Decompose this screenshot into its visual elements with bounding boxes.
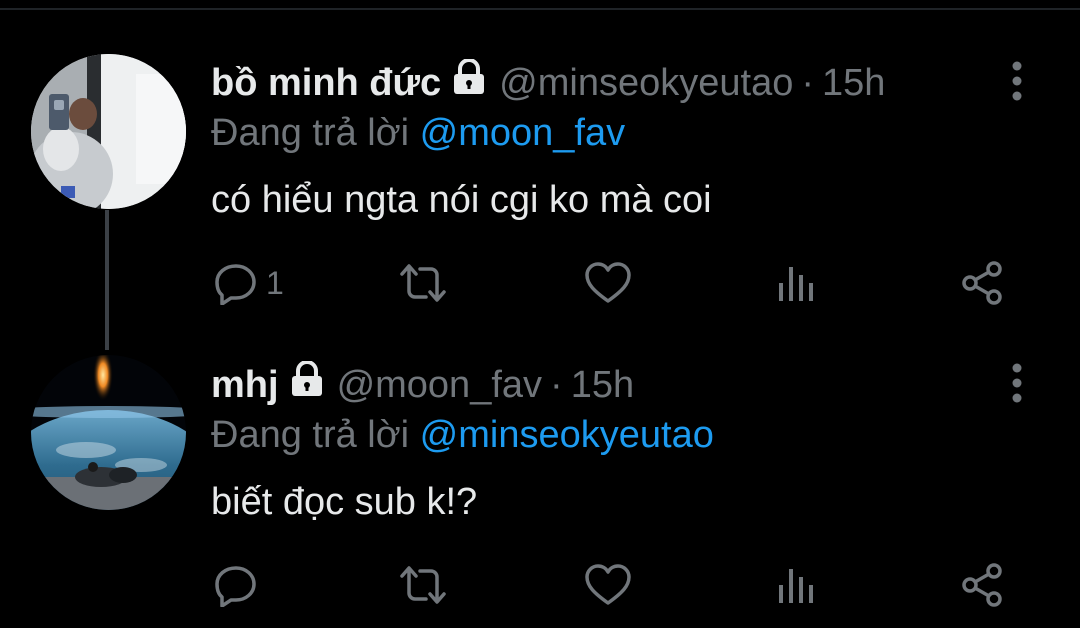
separator-dot: · xyxy=(550,364,563,406)
share-icon xyxy=(962,261,1002,305)
tweet-text: có hiểu ngta nói cgi ko mà coi xyxy=(211,179,712,221)
reply-mention[interactable]: @moon_fav xyxy=(420,112,625,154)
like-button[interactable] xyxy=(584,258,632,308)
reply-mention[interactable]: @minseokyeutao xyxy=(420,414,714,456)
display-name[interactable]: bồ minh đức xyxy=(211,58,441,108)
retweet-icon xyxy=(400,566,446,604)
handle[interactable]: @moon_fav xyxy=(337,360,542,410)
separator-dot: · xyxy=(801,62,814,104)
share-button[interactable] xyxy=(958,258,1006,308)
handle[interactable]: @minseokyeutao xyxy=(499,58,793,108)
tweet-text: biết đọc sub k!? xyxy=(211,481,478,523)
like-icon xyxy=(585,564,631,605)
replying-to: Đang trả lời @minseokyeutao xyxy=(211,412,714,458)
reply-count: 1 xyxy=(266,264,284,301)
reply-button[interactable] xyxy=(214,560,266,610)
reply-icon xyxy=(215,566,256,607)
views-button[interactable] xyxy=(774,258,818,308)
reply-prefix: Đang trả lời xyxy=(211,112,410,154)
share-button[interactable] xyxy=(958,560,1006,610)
timestamp[interactable]: 15h xyxy=(822,58,885,108)
tweet-header: bồ minh đức @minseokyeutao · 15h xyxy=(211,58,885,108)
reply-prefix: Đang trả lời xyxy=(211,414,410,456)
replying-to: Đang trả lời @moon_fav xyxy=(211,110,625,156)
reply-icon xyxy=(215,264,256,305)
like-icon xyxy=(585,262,631,303)
lock-icon xyxy=(289,360,325,410)
tweet-header: mhj @moon_fav · 15h xyxy=(211,360,634,410)
views-icon xyxy=(779,267,813,301)
retweet-button[interactable] xyxy=(398,560,448,610)
share-icon xyxy=(962,563,1002,607)
more-icon[interactable] xyxy=(1003,56,1031,106)
tweet-actions: 1 xyxy=(0,258,1080,308)
retweet-icon xyxy=(400,264,446,302)
avatar-moon_fav[interactable] xyxy=(31,355,186,510)
retweet-button[interactable] xyxy=(398,258,448,308)
views-icon xyxy=(779,569,813,603)
display-name[interactable]: mhj xyxy=(211,360,279,410)
top-divider xyxy=(0,8,1080,10)
avatar-minseokyeutao[interactable] xyxy=(31,54,186,209)
like-button[interactable] xyxy=(584,560,632,610)
tweet-actions xyxy=(0,560,1080,610)
reply-button[interactable]: 1 xyxy=(214,258,284,308)
views-button[interactable] xyxy=(774,560,818,610)
lock-icon xyxy=(451,58,487,108)
timestamp[interactable]: 15h xyxy=(571,360,634,410)
more-icon[interactable] xyxy=(1003,358,1031,408)
